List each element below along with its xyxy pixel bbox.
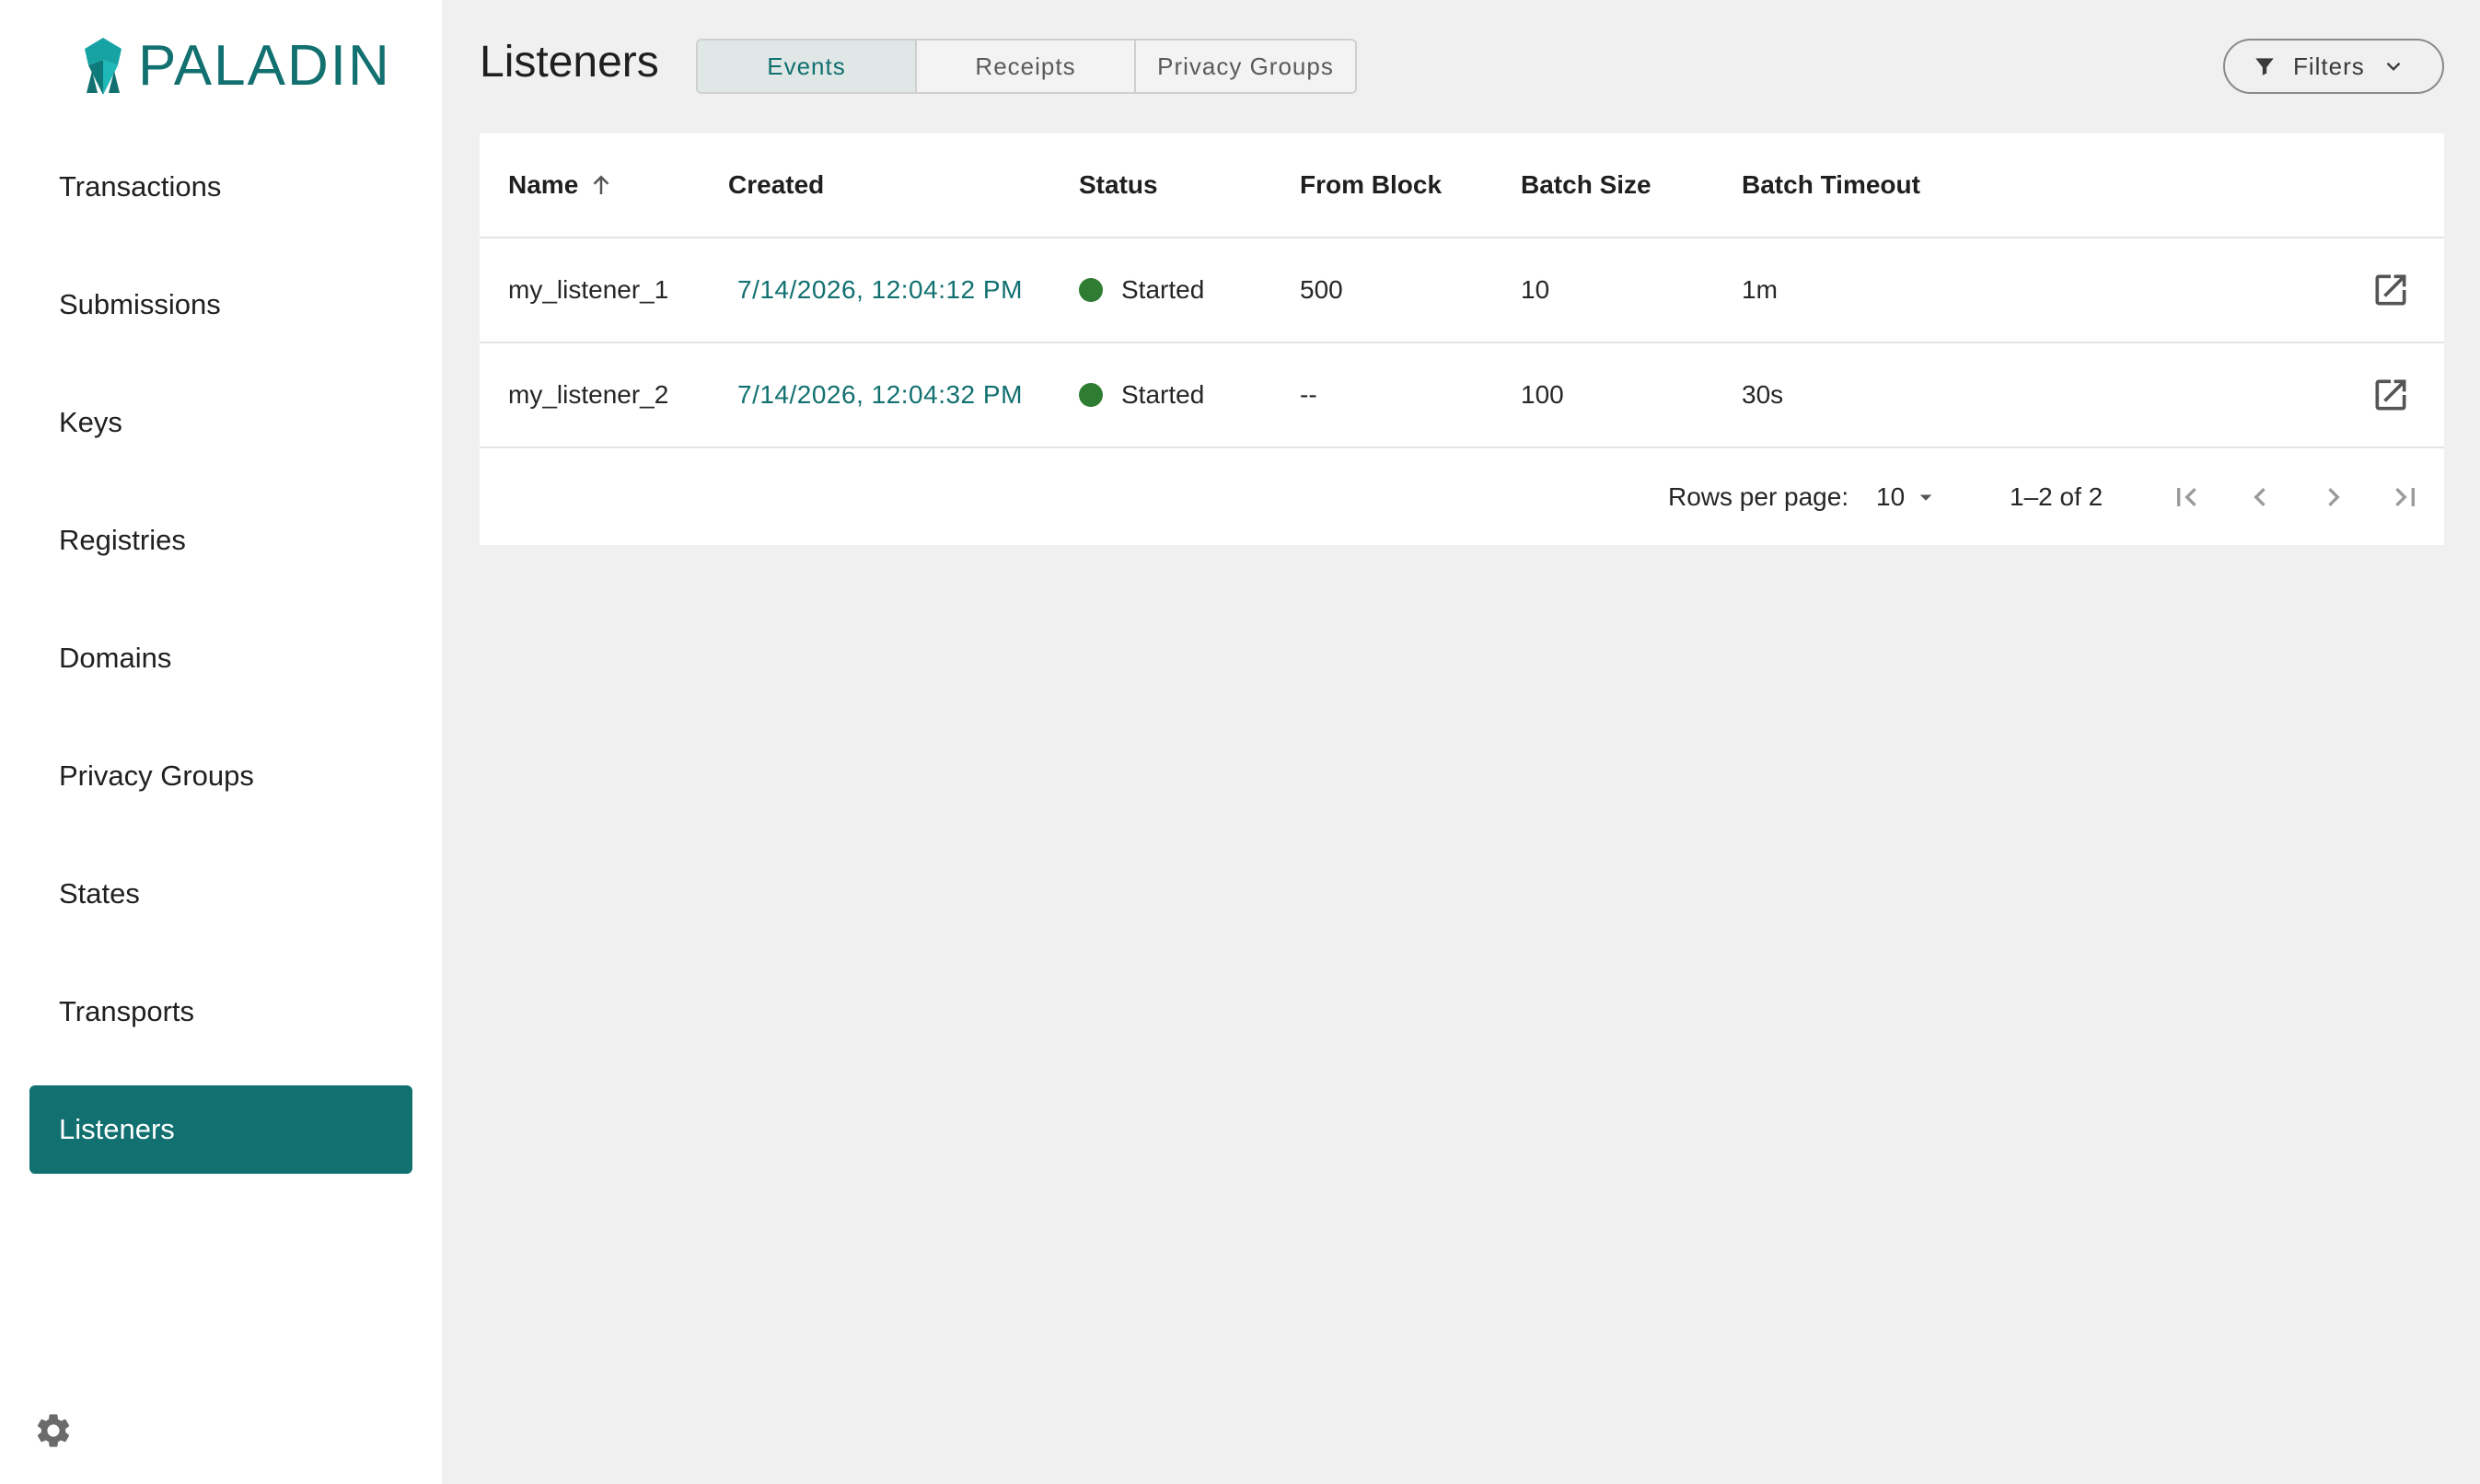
column-header-created[interactable]: Created — [728, 133, 824, 237]
open-in-new-icon — [2375, 274, 2406, 306]
chevron-down-icon — [2386, 62, 2401, 71]
batch-size: 10 — [1521, 275, 1550, 304]
sidebar-item-transactions[interactable]: Transactions — [29, 143, 412, 231]
rows-per-page-label: Rows per page: — [1668, 482, 1849, 511]
open-details-button[interactable] — [2370, 343, 2411, 446]
sidebar-item-states[interactable]: States — [29, 850, 412, 938]
filter-icon — [2255, 58, 2274, 75]
status-dot-icon — [1079, 383, 1103, 407]
tab-events[interactable]: Events — [698, 41, 917, 92]
column-header-batch-size[interactable]: Batch Size — [1521, 133, 1651, 237]
column-header-from-block[interactable]: From Block — [1300, 133, 1442, 237]
page-title: Listeners — [480, 38, 659, 87]
sort-ascending-icon[interactable] — [587, 171, 615, 199]
filters-button[interactable]: Filters — [2223, 39, 2444, 94]
sidebar-item-transports[interactable]: Transports — [29, 968, 412, 1056]
table-pagination: Rows per page: 10 1–2 of 2 — [480, 449, 2444, 545]
sidebar-nav: Transactions Submissions Keys Registries… — [29, 143, 412, 1203]
filters-label: Filters — [2293, 52, 2365, 80]
sidebar-item-privacy-groups[interactable]: Privacy Groups — [29, 732, 412, 820]
next-page-button[interactable] — [2310, 473, 2358, 521]
last-page-button[interactable] — [2381, 473, 2429, 521]
tab-receipts[interactable]: Receipts — [917, 41, 1136, 92]
dropdown-arrow-icon — [1919, 494, 1932, 501]
rows-per-page-select[interactable]: 10 — [1876, 449, 1940, 545]
last-page-icon — [2395, 488, 2415, 506]
settings-gear-icon[interactable] — [33, 1410, 74, 1451]
first-page-icon — [2177, 488, 2196, 506]
sidebar-item-registries[interactable]: Registries — [29, 496, 412, 585]
rows-per-page-value: 10 — [1876, 482, 1906, 511]
sidebar: PALADIN Transactions Submissions Keys Re… — [0, 0, 442, 1484]
table-row: my_listener_2 7/14/2026, 12:04:32 PM Sta… — [480, 343, 2444, 448]
column-header-name-label: Name — [508, 170, 579, 199]
previous-page-icon — [2254, 488, 2266, 506]
sidebar-item-listeners[interactable]: Listeners — [29, 1085, 412, 1174]
next-page-icon — [2328, 488, 2340, 506]
table-row: my_listener_1 7/14/2026, 12:04:12 PM Sta… — [480, 238, 2444, 343]
from-block: -- — [1300, 380, 1317, 409]
view-tabs: Events Receipts Privacy Groups — [696, 39, 1357, 94]
column-header-batch-timeout[interactable]: Batch Timeout — [1742, 133, 1920, 237]
table-header-row: Name Created Status From Block Batch Siz… — [480, 133, 2444, 238]
status-dot-icon — [1079, 278, 1103, 302]
status-cell: Started — [1079, 343, 1204, 446]
first-page-button[interactable] — [2162, 473, 2210, 521]
status-label: Started — [1121, 380, 1205, 409]
sidebar-item-submissions[interactable]: Submissions — [29, 261, 412, 349]
listeners-table: Name Created Status From Block Batch Siz… — [480, 133, 2444, 545]
logo-icon — [85, 37, 122, 95]
app-logo[interactable]: PALADIN — [81, 33, 391, 99]
listener-name: my_listener_2 — [508, 380, 669, 409]
column-header-status[interactable]: Status — [1079, 133, 1158, 237]
status-cell: Started — [1079, 238, 1204, 342]
batch-timeout: 30s — [1742, 380, 1784, 409]
tab-privacy-groups[interactable]: Privacy Groups — [1136, 41, 1355, 92]
previous-page-button[interactable] — [2236, 473, 2284, 521]
sidebar-item-domains[interactable]: Domains — [29, 614, 412, 702]
created-date-link[interactable]: 7/14/2026, 12:04:12 PM — [737, 238, 1023, 342]
open-details-button[interactable] — [2370, 238, 2411, 342]
pagination-range: 1–2 of 2 — [2010, 482, 2103, 511]
batch-timeout: 1m — [1742, 275, 1778, 304]
batch-size: 100 — [1521, 380, 1564, 409]
status-label: Started — [1121, 275, 1205, 304]
from-block: 500 — [1300, 275, 1343, 304]
open-in-new-icon — [2375, 379, 2406, 411]
created-date-link[interactable]: 7/14/2026, 12:04:32 PM — [737, 343, 1023, 446]
sidebar-item-keys[interactable]: Keys — [29, 378, 412, 467]
column-header-name[interactable]: Name — [508, 133, 615, 237]
logo-text: PALADIN — [138, 34, 391, 98]
listener-name: my_listener_1 — [508, 275, 669, 304]
